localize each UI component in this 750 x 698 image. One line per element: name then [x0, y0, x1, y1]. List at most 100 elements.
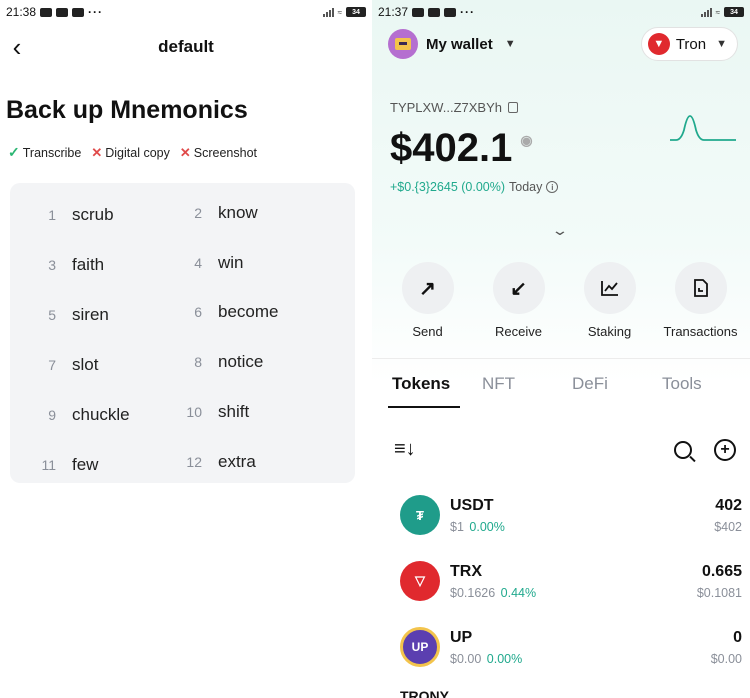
- search-icon[interactable]: [674, 440, 692, 459]
- mnemonic-word: 9 chuckle: [48, 405, 130, 424]
- more-notifications-icon: ···: [460, 5, 476, 19]
- token-amount: 0.665: [701, 562, 742, 580]
- expand-chevron-icon[interactable]: ⌄: [551, 222, 569, 239]
- balance-sparkline: [670, 115, 736, 141]
- token-toolbar: ≡↓ +: [394, 438, 736, 461]
- wallet-selector[interactable]: My wallet ▼: [388, 29, 516, 59]
- wallet-screen: 21:37 ··· ≈ 34 My wallet ▼ ▼ Tron ▼ TYPL…: [372, 0, 750, 698]
- token-symbol: TRX: [450, 562, 482, 580]
- wallet-header: My wallet ▼ ▼ Tron ▼: [388, 24, 738, 64]
- token-row-partial[interactable]: TRONY: [400, 688, 449, 698]
- guideline-screenshot: ✕ Screenshot: [179, 144, 257, 160]
- transactions-button[interactable]: Transactions: [655, 262, 746, 339]
- mnemonic-grid: 1 scrub 2 know 3 faith 4 win 5 siren 6 become …: [10, 183, 355, 483]
- arrow-down-left-icon: ↙: [492, 262, 545, 314]
- signal-icon: [700, 7, 712, 17]
- mnemonic-word: 12 extra: [186, 452, 256, 471]
- token-row[interactable]: ₮ USDT $1 0.00% 402 $402: [400, 488, 742, 542]
- tab-defi[interactable]: DeFi: [572, 374, 662, 408]
- battery-icon: 34: [724, 7, 744, 17]
- mnemonic-word: 10 shift: [186, 402, 250, 421]
- token-amount: 402: [715, 496, 742, 514]
- wallet-name: My wallet: [426, 35, 493, 53]
- mnemonic-word: 11 few: [41, 455, 99, 474]
- status-bar: 21:38 ··· ≈ 34: [0, 0, 372, 24]
- balance-amount: $402.1: [390, 126, 513, 170]
- mnemonic-word: 7 slot: [48, 355, 99, 374]
- notification-icon: [444, 7, 457, 17]
- staking-button[interactable]: Staking: [564, 262, 655, 339]
- guideline-transcribe: ✓ Transcribe: [8, 144, 82, 160]
- token-symbol: UP: [450, 628, 473, 646]
- status-time: 21:38: [6, 5, 37, 19]
- tab-tokens[interactable]: Tokens: [388, 374, 482, 408]
- up-logo-icon: UP: [400, 627, 440, 667]
- wallet-address[interactable]: TYPLXW...Z7XBYh: [390, 100, 518, 115]
- wifi-icon: ≈: [715, 7, 720, 17]
- cross-icon: ✕: [91, 144, 103, 160]
- token-amount: 0: [733, 628, 742, 646]
- usdt-logo-icon: ₮: [400, 495, 440, 535]
- token-value: $0.1081: [696, 585, 742, 600]
- token-price: $0.00 0.00%: [450, 651, 523, 666]
- chevron-down-icon: ▼: [504, 38, 516, 50]
- tab-tools[interactable]: Tools: [662, 374, 750, 408]
- network-selector-button[interactable]: ▼ Tron ▼: [640, 27, 738, 61]
- info-icon[interactable]: i: [546, 181, 559, 193]
- avatar: [388, 29, 418, 59]
- more-notifications-icon: ···: [88, 5, 104, 19]
- eye-icon[interactable]: ◉: [520, 132, 532, 149]
- copy-icon[interactable]: [508, 102, 518, 113]
- action-row: ↗ Send ↙ Receive Staking Transactions: [382, 262, 750, 339]
- mnemonic-word: 5 siren: [48, 305, 109, 324]
- sort-icon[interactable]: ≡↓: [394, 438, 416, 461]
- mnemonic-word: 1 scrub: [48, 205, 114, 224]
- mnemonic-screen: 21:38 ··· ≈ 34 ‹ default Back up Mnemoni…: [0, 0, 372, 698]
- check-icon: ✓: [8, 144, 20, 160]
- receive-button[interactable]: ↙ Receive: [473, 262, 564, 339]
- tron-logo-icon: ▼: [647, 33, 670, 55]
- balance-change: +$0.{3}2645 (0.00%) Today i: [390, 180, 559, 194]
- change-amount: +$0.{3}2645 (0.00%): [390, 180, 506, 194]
- status-bar: 21:37 ··· ≈ 34: [372, 0, 750, 24]
- notification-icon: [412, 7, 425, 17]
- token-price: $0.1626 0.44%: [450, 585, 537, 600]
- token-value: $0.00: [710, 651, 742, 666]
- divider: [372, 358, 750, 359]
- change-period: Today: [509, 180, 543, 194]
- asset-tabs: Tokens NFT DeFi Tools: [388, 374, 750, 408]
- back-icon[interactable]: ‹: [4, 32, 30, 62]
- guideline-digital-copy: ✕ Digital copy: [91, 144, 170, 160]
- heading: Back up Mnemonics: [6, 96, 248, 124]
- arrow-up-right-icon: ↗: [401, 262, 454, 314]
- notification-icon: [72, 7, 85, 17]
- add-token-icon[interactable]: +: [714, 438, 736, 461]
- page-title: default: [158, 37, 214, 56]
- token-price: $1 0.00%: [450, 519, 505, 534]
- token-value: $402: [714, 519, 742, 534]
- top-bar: ‹ default: [0, 30, 372, 64]
- mnemonic-word: 8 notice: [194, 352, 264, 371]
- chevron-down-icon: ▼: [716, 38, 727, 50]
- cross-icon: ✕: [179, 144, 191, 160]
- wifi-icon: ≈: [337, 7, 342, 17]
- mnemonic-word: 2 know: [194, 203, 258, 222]
- notification-icon: [428, 7, 441, 17]
- token-row[interactable]: ▽ TRX $0.1626 0.44% 0.665 $0.1081: [400, 554, 742, 608]
- token-row[interactable]: UP UP $0.00 0.00% 0 $0.00: [400, 620, 742, 674]
- notification-icon: [56, 7, 69, 17]
- send-button[interactable]: ↗ Send: [382, 262, 473, 339]
- token-symbol: USDT: [450, 496, 494, 514]
- mnemonic-word: 3 faith: [48, 255, 105, 274]
- status-time: 21:37: [378, 5, 409, 19]
- balance-display: $402.1 ◉: [390, 126, 533, 171]
- trx-logo-icon: ▽: [400, 561, 440, 601]
- backup-guidelines: ✓ Transcribe ✕ Digital copy ✕ Screenshot: [8, 144, 257, 161]
- battery-icon: 34: [346, 7, 366, 17]
- network-name: Tron: [675, 35, 707, 53]
- notification-icon: [40, 7, 53, 17]
- mnemonic-word: 4 win: [194, 253, 244, 272]
- tab-nft[interactable]: NFT: [482, 374, 572, 408]
- signal-icon: [322, 7, 334, 17]
- chart-icon: [583, 262, 636, 314]
